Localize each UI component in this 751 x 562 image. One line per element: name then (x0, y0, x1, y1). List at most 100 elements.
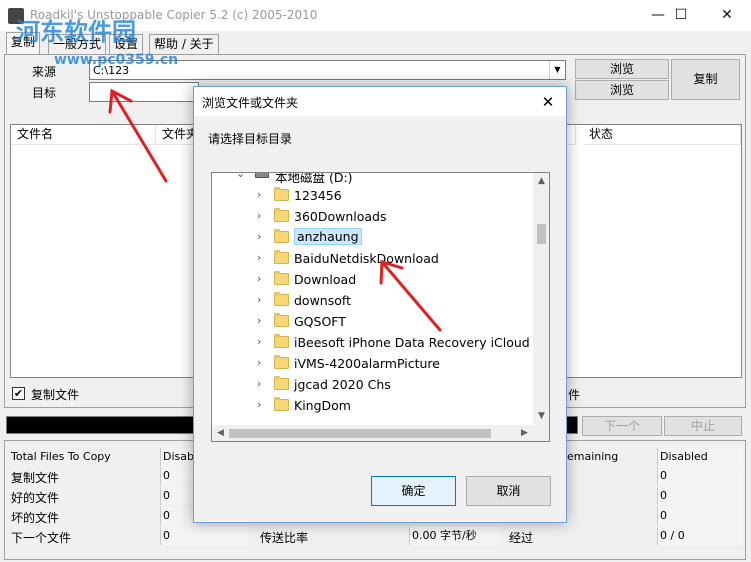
tab-general-mode[interactable]: 一般方式 (48, 34, 107, 54)
next-file-value: 0 (160, 527, 248, 545)
tab-help-about[interactable]: 帮助 / 关于 (149, 34, 219, 54)
scroll-corner (533, 425, 549, 441)
target-browse-button[interactable]: 浏览 (575, 80, 669, 100)
tree-node-label: 360Downloads (294, 209, 387, 224)
chevron-right-icon[interactable]: › (257, 335, 261, 348)
tree-node-label: jgcad 2020 Chs (294, 377, 391, 392)
cancel-button[interactable]: 取消 (466, 476, 551, 506)
scroll-down-icon[interactable]: ▼ (533, 408, 549, 425)
good-files-value: 0 (160, 487, 196, 505)
tree-node-label: Download (294, 272, 357, 287)
horizontal-scroll-thumb[interactable] (229, 429, 491, 438)
target-input[interactable] (89, 82, 199, 102)
vertical-scrollbar[interactable]: ▲ ▼ (533, 173, 549, 425)
ok-button[interactable]: 确定 (371, 476, 456, 506)
folder-icon (274, 187, 289, 201)
drive-icon (255, 173, 269, 178)
tree-node-label: iVMS-4200alarmPicture (294, 356, 440, 371)
tree-node-folder[interactable]: › iBeesoft iPhone Data Recovery iCloud Ba (212, 332, 549, 353)
folder-icon (274, 355, 289, 369)
chevron-right-icon[interactable]: › (257, 293, 261, 306)
chevron-right-icon[interactable]: › (257, 209, 261, 222)
vertical-scroll-thumb[interactable] (537, 224, 546, 244)
column-status[interactable]: 状态 (583, 125, 741, 145)
tree-node-folder[interactable]: › jgcad 2020 Chs (212, 374, 532, 395)
tree-node-folder[interactable]: › anzhaung (212, 227, 532, 248)
horizontal-scrollbar[interactable]: ◀ ▶ (212, 425, 533, 441)
tree-node-label: BaiduNetdiskDownload (294, 251, 439, 266)
folder-icon (274, 229, 289, 243)
close-button[interactable]: ✕ (704, 0, 750, 31)
folder-icon (274, 271, 289, 285)
app-icon (8, 8, 24, 24)
folder-icon (274, 334, 289, 348)
bad-files-value: 0 (160, 507, 196, 525)
transfer-rate-label: 传送比率 (260, 531, 309, 545)
dialog-title: 浏览文件或文件夹 (202, 96, 299, 110)
stat-right-value-2: 0 (657, 467, 743, 485)
chevron-right-icon[interactable]: › (257, 251, 261, 264)
tree-node-folder[interactable]: › BaiduNetdiskDownload (212, 248, 532, 269)
tree-node-label: 123456 (294, 188, 342, 203)
total-files-value: Disable (160, 448, 204, 466)
copy-button[interactable]: 复制 (671, 59, 740, 100)
tree-node-folder[interactable]: › downsoft (212, 290, 532, 311)
tree-node-label: anzhaung (294, 228, 362, 245)
chevron-right-icon[interactable]: › (257, 377, 261, 390)
source-label: 来源 (32, 65, 57, 79)
dialog-title-bar: 浏览文件或文件夹 ✕ (194, 87, 566, 116)
title-bar: Roadkil's Unstoppable Copier 5.2 (c) 200… (0, 0, 751, 31)
tab-copy[interactable]: 复制 (6, 32, 41, 55)
tab-settings[interactable]: 设置 (109, 34, 144, 54)
tree-node-folder[interactable]: › Download (212, 269, 532, 290)
source-value: C:\123 (93, 64, 130, 77)
copy-files-label: 复制文件 (31, 388, 80, 402)
dialog-prompt: 请选择目标目录 (208, 132, 293, 146)
next-button[interactable]: 下一个 (582, 416, 662, 436)
tree-node-folder[interactable]: › 123456 (212, 185, 532, 206)
column-filename[interactable]: 文件名 (11, 125, 156, 145)
target-label: 目标 (32, 86, 57, 100)
good-files-label: 好的文件 (11, 491, 60, 505)
folder-icon (274, 376, 289, 390)
chevron-right-icon[interactable]: › (257, 230, 261, 243)
chevron-down-icon[interactable]: ⌄ (236, 173, 245, 180)
tree-node-drive[interactable]: ⌄ 本地磁盘 (D:) (212, 173, 532, 185)
remaining-label: emaining (567, 450, 619, 463)
chevron-right-icon[interactable]: › (257, 398, 261, 411)
tree-node-folder[interactable]: › iVMS-4200alarmPicture (212, 353, 532, 374)
scroll-up-icon[interactable]: ▲ (533, 173, 549, 190)
chevron-right-icon[interactable]: › (257, 314, 261, 327)
maximize-button[interactable]: ☐ (658, 0, 704, 31)
window-title: Roadkil's Unstoppable Copier 5.2 (c) 200… (30, 8, 318, 22)
stat-right-value-4: 0 (657, 507, 743, 525)
tree-node-folder[interactable]: › GQSOFT (212, 311, 532, 332)
tree-node-label: downsoft (294, 293, 351, 308)
tree-node-folder[interactable]: › 360Downloads (212, 206, 532, 227)
folder-tree[interactable]: ⌄ 本地磁盘 (D:) › 123456 › 360Downloads › anzhaun… (211, 172, 550, 442)
stop-button[interactable]: 中止 (664, 416, 742, 436)
chevron-right-icon[interactable]: › (257, 188, 261, 201)
browse-folder-dialog: 浏览文件或文件夹 ✕ 请选择目标目录 ⌄ 本地磁盘 (D:) › 123456 › 3… (193, 86, 567, 523)
folder-icon (274, 208, 289, 222)
chevron-down-icon[interactable]: ▼ (549, 61, 565, 79)
folder-icon (274, 313, 289, 327)
tree-node-folder[interactable]: › KingDom (212, 395, 532, 416)
partial-option-label: 件 (568, 388, 581, 402)
tree-node-label: GQSOFT (294, 314, 346, 329)
elapsed-label: 经过 (509, 531, 534, 545)
dialog-close-button[interactable]: ✕ (536, 90, 560, 114)
chevron-right-icon[interactable]: › (257, 356, 261, 369)
copy-files-checkbox[interactable]: ✔ (12, 387, 25, 400)
remaining-value: Disabled (657, 448, 743, 466)
source-combobox[interactable]: C:\123 ▼ (89, 60, 566, 80)
folder-icon (274, 250, 289, 264)
transfer-rate-value: 0.00 字节/秒 (409, 527, 501, 545)
source-browse-button[interactable]: 浏览 (575, 59, 669, 79)
folder-icon (274, 292, 289, 306)
scroll-right-icon[interactable]: ▶ (516, 425, 533, 441)
tree-node-label: KingDom (294, 398, 351, 413)
chevron-right-icon[interactable]: › (257, 272, 261, 285)
scroll-left-icon[interactable]: ◀ (212, 425, 229, 441)
copied-files-label: 复制文件 (11, 471, 60, 485)
